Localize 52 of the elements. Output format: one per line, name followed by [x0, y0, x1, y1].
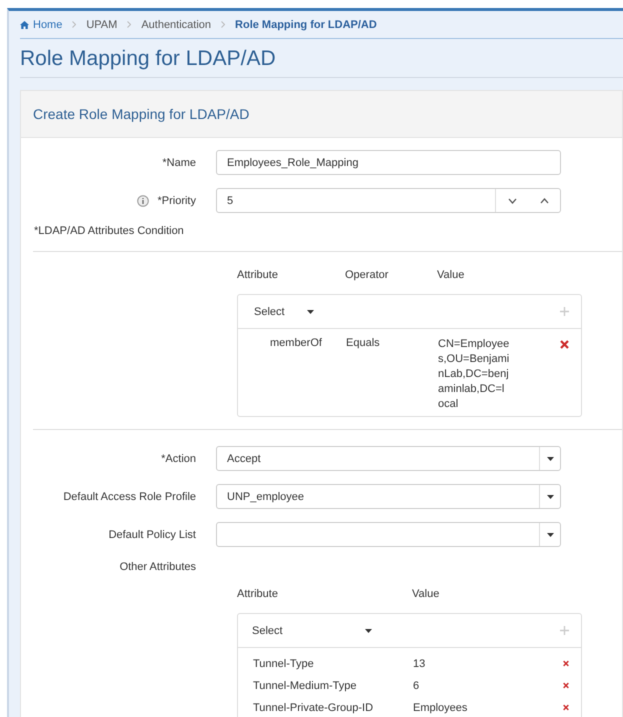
chevron-right-icon [127, 21, 132, 28]
dropdown[interactable]: Accept [216, 446, 561, 471]
delete-icon[interactable] [563, 703, 569, 712]
caret-icon [546, 494, 554, 498]
plus-icon[interactable] [560, 307, 569, 316]
column-header: Value [437, 269, 466, 281]
chevron-up-icon [540, 198, 548, 204]
table-cell-text: CN=Employees,OU=BenjaminLab,DC=benjaminlab,DC=local [438, 337, 510, 412]
table-cell-text: Tunnel-Type [252, 657, 315, 670]
page-title: Role Mapping for LDAP/AD [20, 39, 623, 78]
breadcrumb-current: Role Mapping for LDAP/AD [235, 18, 377, 30]
dropdown[interactable] [216, 522, 561, 547]
info-icon [137, 194, 150, 206]
field-label: Default Policy List [108, 528, 196, 540]
field-label: *Priority [157, 194, 196, 206]
column-header: Operator [345, 269, 390, 281]
table-cell-text: 6 [413, 679, 420, 692]
table-cell-text: Employees [413, 701, 468, 714]
table-cell-text: 13 [413, 657, 426, 670]
chevron-right-icon [221, 21, 226, 28]
field-label: *Action [161, 452, 196, 464]
table-cell-text: memberOf [269, 336, 323, 349]
breadcrumb-link[interactable]: UPAM [86, 18, 118, 30]
field-label: *Name [162, 156, 196, 168]
text-field[interactable]: Employees_Role_Mapping [216, 150, 561, 175]
number-field[interactable]: 5 [216, 188, 561, 213]
delete-icon[interactable] [560, 340, 569, 349]
field-label: Default Access Role Profile [63, 490, 196, 502]
column-header: Attribute [237, 269, 279, 281]
table-cell-text: Equals [346, 336, 381, 349]
column-header: Attribute [237, 588, 279, 600]
table-cell-text: Tunnel-Medium-Type [252, 679, 358, 692]
plus-icon[interactable] [560, 626, 569, 635]
caret-icon [546, 532, 554, 536]
attribute-select[interactable]: Select [238, 614, 378, 647]
panel-title: Create Role Mapping for LDAP/AD [33, 106, 250, 122]
delete-icon[interactable] [563, 681, 569, 690]
delete-icon[interactable] [563, 659, 569, 668]
chevron-right-icon [72, 21, 76, 28]
dropdown[interactable]: UNP_employee [216, 484, 561, 509]
section-label: *LDAP/AD Attributes Condition [33, 224, 185, 239]
home-link[interactable]: Home [20, 18, 62, 30]
home-icon [20, 20, 29, 28]
chevron-down-icon [508, 198, 516, 204]
breadcrumb-link[interactable]: Authentication [141, 18, 212, 30]
caret-icon [364, 628, 372, 632]
column-header: Value [412, 588, 440, 600]
table-cell-text: Tunnel-Private-Group-ID [252, 701, 374, 714]
section-label: Other Attributes [118, 561, 197, 573]
attribute-select[interactable]: Select [238, 295, 320, 328]
caret-icon [546, 456, 554, 460]
caret-icon [306, 310, 314, 314]
